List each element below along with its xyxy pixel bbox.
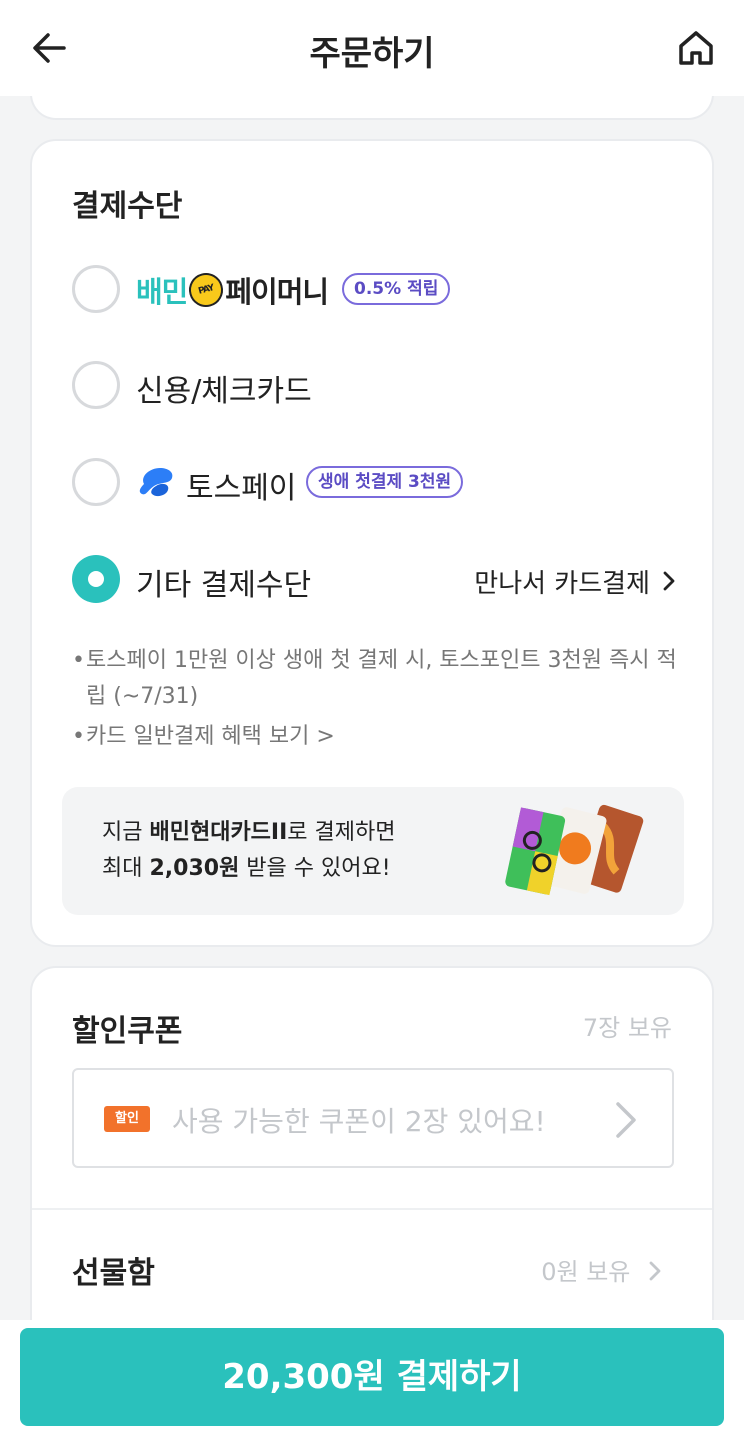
- radio-baemin-pay[interactable]: [72, 265, 120, 313]
- pay-on-delivery-card-link[interactable]: 만나서 카드결제: [474, 563, 676, 600]
- pay-coin-icon: PAY: [185, 269, 228, 311]
- home-icon[interactable]: [676, 28, 716, 68]
- payment-option-label: 기타 결제수단: [136, 568, 312, 603]
- payment-option-label: 토스페이: [186, 471, 297, 506]
- tosspay-logo-icon: [139, 468, 173, 497]
- chevron-right-icon: [616, 1102, 636, 1138]
- card-benefit-link[interactable]: • 카드 일반결제 혜택 보기 >: [72, 719, 682, 755]
- reward-badge: 0.5% 적립: [342, 273, 451, 305]
- coupon-placeholder: 사용 가능한 쿠폰이 2장 있어요!: [172, 1105, 546, 1138]
- divider: [32, 1208, 712, 1210]
- hyundai-card-promo-banner[interactable]: 지금 배민현대카드II로 결제하면 최대 2,030원 받을 수 있어요!: [62, 787, 684, 915]
- coupon-selector[interactable]: 할인 사용 가능한 쿠폰이 2장 있어요!: [72, 1068, 674, 1168]
- page-title: 주문하기: [309, 34, 435, 74]
- first-payment-badge: 생애 첫결제 3천원: [306, 466, 464, 498]
- radio-card[interactable]: [72, 361, 120, 409]
- payment-section-title: 결제수단: [72, 189, 183, 224]
- credit-cards-illustration: [505, 804, 644, 896]
- gift-box-title: 선물함: [72, 1256, 155, 1291]
- app-header: 주문하기: [0, 0, 744, 96]
- payment-option-baemin-pay[interactable]: 배민 PAY 페이머니 0.5% 적립: [72, 265, 672, 315]
- chevron-right-icon: [662, 569, 676, 599]
- coupon-section-title: 할인쿠폰: [72, 1014, 183, 1049]
- radio-tosspay[interactable]: [72, 458, 120, 506]
- coupon-count: 7장 보유: [582, 1014, 672, 1042]
- pay-button[interactable]: 20,300원 결제하기: [20, 1328, 724, 1426]
- payment-option-card[interactable]: 신용/체크카드: [72, 361, 672, 411]
- payment-option-label: 신용/체크카드: [136, 374, 312, 409]
- baemin-pay-money-logo: 배민 PAY 페이머니: [136, 269, 329, 311]
- gift-balance-link[interactable]: 0원 보유: [541, 1252, 662, 1287]
- promo-text: 지금 배민현대카드II로 결제하면 최대 2,030원 받을 수 있어요!: [102, 820, 396, 881]
- chevron-right-icon: [649, 1261, 661, 1281]
- payment-option-other[interactable]: 기타 결제수단 만나서 카드결제: [72, 555, 676, 605]
- payment-method-card: 결제수단 배민 PAY 페이머니 0.5% 적립 신용/체크카드 토스페이 생애…: [30, 139, 714, 947]
- payment-option-tosspay[interactable]: 토스페이 생애 첫결제 3천원: [72, 458, 672, 508]
- tosspay-benefit-note: • 토스페이 1만원 이상 생애 첫 결제 시, 토스포인트 3천원 즉시 적립 …: [72, 648, 677, 709]
- coupon-tag-icon: 할인: [104, 1106, 150, 1132]
- radio-other-selected[interactable]: [72, 555, 120, 603]
